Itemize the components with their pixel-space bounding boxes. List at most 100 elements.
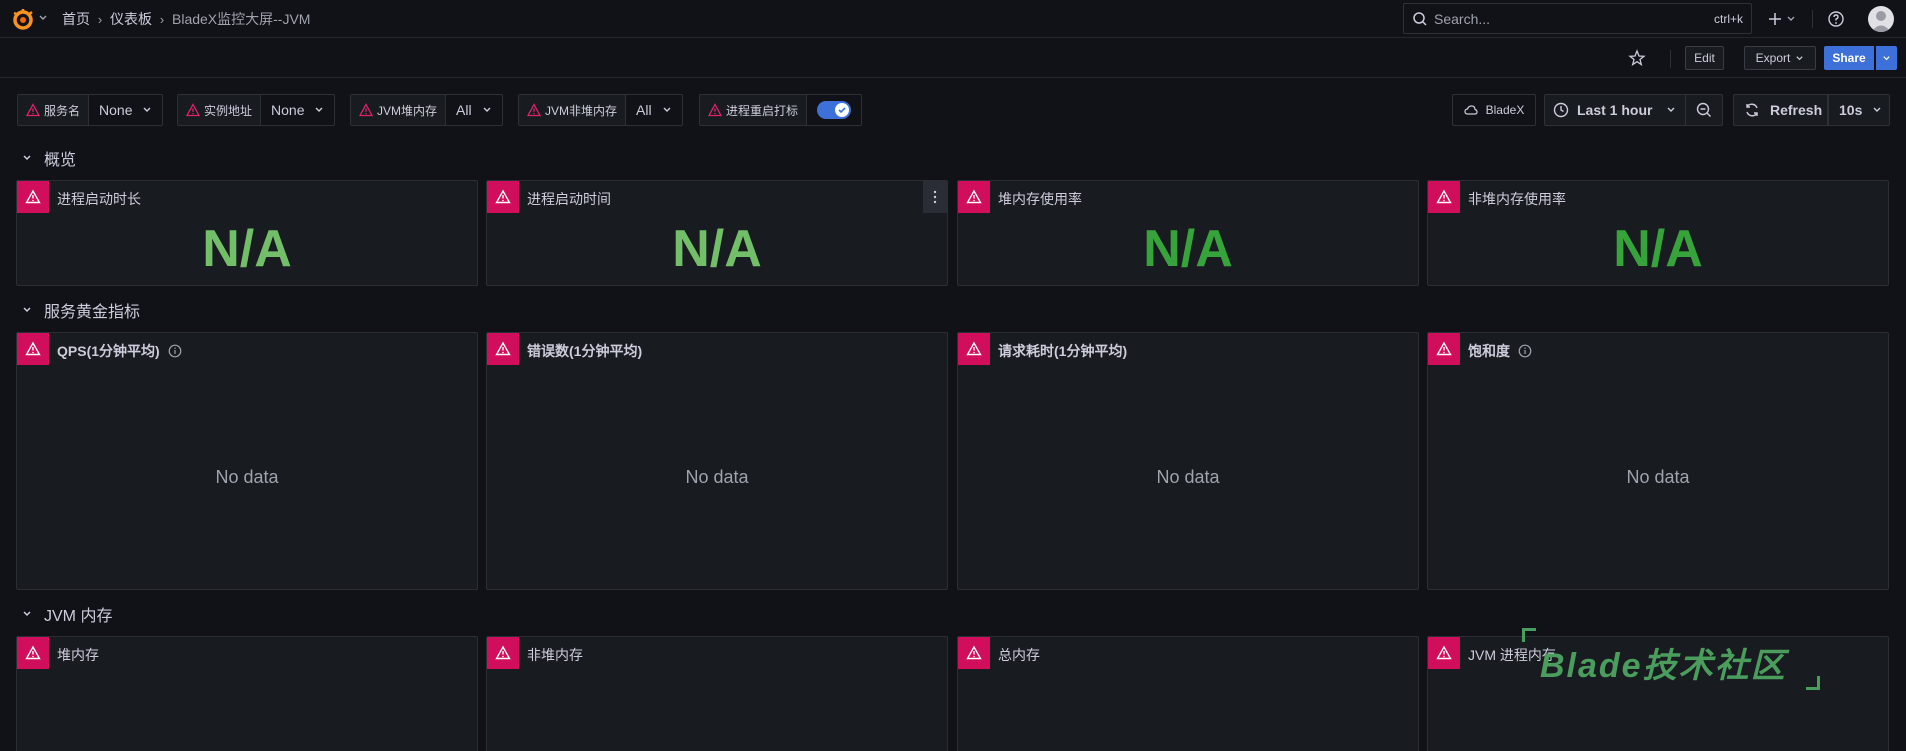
panel-title: 饱和度 bbox=[1468, 341, 1532, 361]
variable-label: JVM非堆内存 bbox=[519, 95, 627, 125]
panel-title: 进程启动时间 bbox=[527, 191, 611, 207]
warning-icon[interactable] bbox=[958, 637, 990, 669]
edit-button[interactable]: Edit bbox=[1685, 46, 1724, 70]
zoom-out-icon bbox=[1696, 102, 1711, 117]
panel-nonheap-memory[interactable]: 非堆内存 bbox=[486, 636, 948, 751]
refresh-icon bbox=[1746, 103, 1758, 117]
panel-title: QPS(1分钟平均) bbox=[57, 341, 182, 361]
panel-total-memory[interactable]: 总内存 bbox=[957, 636, 1419, 751]
warning-icon[interactable] bbox=[487, 181, 519, 213]
no-data-message: No data bbox=[1626, 467, 1690, 487]
variable-restart-annotation: 进程重启打标 bbox=[699, 94, 863, 126]
chevron-down-icon bbox=[315, 107, 323, 112]
nav-divider bbox=[1812, 10, 1813, 28]
chevron-right-icon: › bbox=[159, 11, 165, 27]
export-button[interactable]: Export bbox=[1744, 46, 1816, 70]
panel-title: 进程启动时长 bbox=[57, 191, 141, 207]
avatar[interactable] bbox=[1868, 6, 1894, 32]
clock-icon bbox=[1553, 102, 1569, 118]
row-jvm-memory[interactable]: JVM 内存 bbox=[22, 602, 112, 626]
warning-icon[interactable] bbox=[958, 333, 990, 365]
panel-heap-memory[interactable]: 堆内存 bbox=[16, 636, 478, 751]
variable-jvm-heap: JVM堆内存 All bbox=[350, 94, 503, 126]
panel-title: 总内存 bbox=[998, 647, 1040, 663]
toggle-knob bbox=[835, 103, 850, 117]
chevron-down-icon bbox=[1667, 107, 1675, 112]
warning-icon[interactable] bbox=[487, 333, 519, 365]
panel-title: 堆内存使用率 bbox=[998, 191, 1082, 207]
star-icon[interactable] bbox=[1628, 49, 1646, 67]
panel-process-uptime[interactable]: 进程启动时长 N/A bbox=[16, 180, 478, 286]
watermark-bracket bbox=[1522, 628, 1536, 642]
panel-nonheap-usage[interactable]: 非堆内存使用率 N/A bbox=[1427, 180, 1889, 286]
breadcrumb-home[interactable]: 首页 bbox=[62, 9, 90, 29]
no-data-message: No data bbox=[685, 467, 749, 487]
watermark-text: Blade技术社区 bbox=[1540, 647, 1787, 685]
share-dropdown-button[interactable] bbox=[1876, 46, 1897, 70]
warning-icon[interactable] bbox=[1428, 637, 1460, 669]
share-button[interactable]: Share bbox=[1824, 46, 1874, 70]
watermark-bracket bbox=[1806, 676, 1820, 690]
help-icon[interactable] bbox=[1827, 10, 1845, 28]
panel-heap-usage[interactable]: 堆内存使用率 N/A bbox=[957, 180, 1419, 286]
breadcrumb-current: BladeX监控大屏--JVM bbox=[172, 11, 311, 27]
panel-latency[interactable]: 请求耗时(1分钟平均) No data bbox=[957, 332, 1419, 590]
variable-select[interactable]: None bbox=[261, 95, 334, 125]
watermark: Blade技术社区 bbox=[1522, 628, 1822, 690]
warning-icon bbox=[186, 103, 200, 117]
variable-label: 服务名 bbox=[18, 95, 90, 125]
warning-icon[interactable] bbox=[487, 637, 519, 669]
check-icon bbox=[838, 107, 846, 114]
warning-icon[interactable] bbox=[17, 181, 49, 213]
info-icon[interactable] bbox=[168, 344, 182, 358]
warning-icon[interactable] bbox=[1428, 181, 1460, 213]
panel-saturation[interactable]: 饱和度 No data bbox=[1427, 332, 1889, 590]
plus-icon bbox=[1769, 13, 1781, 25]
dashboard-toolbar: Edit Export Share bbox=[0, 39, 1906, 78]
chevron-down-icon bbox=[143, 107, 151, 112]
chevron-down-icon bbox=[1883, 55, 1890, 60]
row-overview[interactable]: 概览 bbox=[22, 146, 76, 170]
warning-icon[interactable] bbox=[17, 333, 49, 365]
chevron-down-icon[interactable] bbox=[38, 13, 48, 23]
top-navbar: 首页 › 仪表板 › BladeX监控大屏--JVM Search... ctr… bbox=[0, 0, 1906, 38]
chevron-down-icon bbox=[663, 107, 671, 112]
panel-errors[interactable]: 错误数(1分钟平均) No data bbox=[486, 332, 948, 590]
more-vertical-icon bbox=[933, 190, 937, 204]
warning-icon[interactable] bbox=[958, 181, 990, 213]
breadcrumb: 首页 › 仪表板 › BladeX监控大屏--JVM bbox=[62, 9, 310, 29]
zoom-out-button[interactable] bbox=[1686, 94, 1723, 126]
no-data-message: No data bbox=[1156, 467, 1220, 487]
search-placeholder: Search... bbox=[1434, 10, 1491, 27]
refresh-button[interactable]: Refresh bbox=[1733, 94, 1828, 126]
variable-select[interactable]: All bbox=[626, 95, 682, 125]
variable-select[interactable]: None bbox=[89, 95, 162, 125]
panel-menu-button[interactable] bbox=[923, 181, 947, 213]
warning-icon bbox=[359, 103, 373, 117]
panel-title: 堆内存 bbox=[57, 647, 99, 663]
new-button[interactable] bbox=[1768, 9, 1798, 29]
variable-select[interactable]: All bbox=[446, 95, 502, 125]
row-golden-signals[interactable]: 服务黄金指标 bbox=[22, 298, 140, 322]
datasource-button[interactable]: BladeX bbox=[1452, 94, 1536, 126]
warning-icon[interactable] bbox=[17, 637, 49, 669]
refresh-interval-picker[interactable]: 10s bbox=[1828, 94, 1890, 126]
warning-icon bbox=[26, 103, 40, 117]
info-icon[interactable] bbox=[1518, 344, 1532, 358]
grafana-logo-icon[interactable] bbox=[10, 7, 36, 31]
panel-process-start-time[interactable]: 进程启动时间 N/A bbox=[486, 180, 948, 286]
variable-label: 进程重启打标 bbox=[700, 95, 808, 125]
chevron-down-icon bbox=[1796, 55, 1803, 60]
warning-icon[interactable] bbox=[1428, 333, 1460, 365]
search-icon bbox=[1413, 11, 1427, 26]
panel-title: 非堆内存使用率 bbox=[1468, 191, 1566, 207]
search-input[interactable]: Search... ctrl+k bbox=[1403, 3, 1752, 34]
panel-qps[interactable]: QPS(1分钟平均) No data bbox=[16, 332, 478, 590]
panel-title: 错误数(1分钟平均) bbox=[527, 343, 643, 359]
stat-value: N/A bbox=[672, 220, 762, 278]
time-range-picker[interactable]: Last 1 hour bbox=[1544, 94, 1686, 126]
chevron-down-icon bbox=[1787, 16, 1795, 21]
restart-annotation-toggle[interactable] bbox=[817, 101, 852, 119]
breadcrumb-dashboards[interactable]: 仪表板 bbox=[110, 9, 152, 29]
chevron-down-icon bbox=[1873, 107, 1881, 112]
